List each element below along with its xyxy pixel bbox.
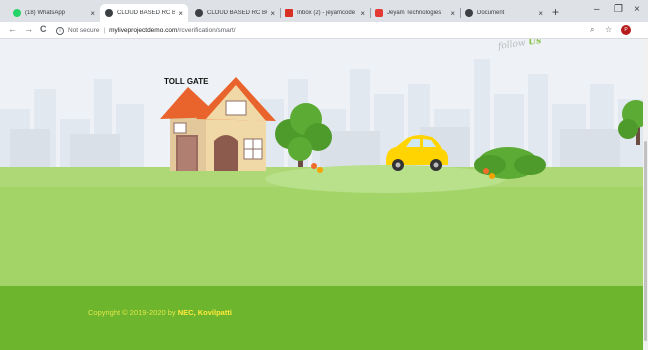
- jeyam-icon: [375, 9, 383, 17]
- tab-gmail-inbox[interactable]: Inbox (2) - jeyamcode ×: [280, 4, 370, 22]
- address-bar[interactable]: i Not secure | myliveprojectdemo.com /rc…: [56, 24, 576, 37]
- tab-label: Jeyam Technologies: [387, 10, 442, 16]
- url-separator: |: [103, 27, 106, 34]
- tab-label: (18) WhatsApp: [25, 10, 66, 16]
- globe-icon: [195, 9, 203, 17]
- tab-cloud-based-rc-active[interactable]: CLOUD BASED RC BO ×: [100, 4, 188, 22]
- close-icon[interactable]: ×: [450, 9, 455, 18]
- forward-button[interactable]: →: [24, 24, 33, 34]
- hill: [265, 165, 505, 193]
- url-path: /rcverification/smart/: [177, 27, 236, 34]
- tree-illustration: [275, 103, 332, 167]
- close-icon[interactable]: ×: [270, 9, 275, 18]
- tab-jeyam-technologies[interactable]: Jeyam Technologies ×: [370, 4, 460, 22]
- profile-avatar[interactable]: P: [621, 25, 631, 35]
- bookmark-star-icon[interactable]: ☆: [605, 25, 612, 34]
- tab-label: CLOUD BASED RC BO: [207, 10, 268, 16]
- whatsapp-icon: [13, 9, 21, 17]
- tab-label: CLOUD BASED RC BO: [117, 10, 176, 16]
- toll-gate-label: TOLL GATE: [164, 77, 209, 86]
- close-icon[interactable]: ×: [90, 9, 95, 18]
- toll-gate-house-illustration: [160, 77, 276, 171]
- close-icon[interactable]: ×: [360, 9, 365, 18]
- reload-button[interactable]: C: [40, 24, 47, 34]
- tab-cloud-based-rc[interactable]: CLOUD BASED RC BO ×: [190, 4, 280, 22]
- url-domain: myliveprojectdemo.com: [109, 27, 178, 34]
- maximize-button[interactable]: ❐: [614, 4, 623, 15]
- scene-illustration: [160, 77, 648, 193]
- tab-strip: (18) WhatsApp × CLOUD BASED RC BO × CLOU…: [0, 0, 648, 22]
- close-icon[interactable]: ×: [178, 9, 183, 18]
- info-icon[interactable]: i: [56, 26, 64, 35]
- new-tab-button[interactable]: +: [552, 5, 559, 19]
- tab-label: Document: [477, 10, 505, 16]
- page-viewport: follow Us TOLL GATE Copyright © 2019-202…: [0, 39, 648, 350]
- gmail-icon: [285, 9, 293, 17]
- security-label: Not secure: [68, 27, 100, 34]
- zoom-icon[interactable]: ⌕: [590, 25, 594, 35]
- globe-icon: [465, 9, 473, 17]
- minimize-button[interactable]: –: [594, 4, 600, 15]
- close-window-button[interactable]: ×: [634, 4, 640, 15]
- address-bar-row: ← → C i Not secure | myliveprojectdemo.c…: [0, 22, 648, 39]
- globe-icon: [105, 9, 113, 17]
- tab-whatsapp[interactable]: (18) WhatsApp ×: [8, 4, 100, 22]
- copyright-text: Copyright © 2019-2020 by NEC, Kovilpatti: [88, 308, 232, 317]
- brand-link[interactable]: NEC, Kovilpatti: [178, 308, 232, 317]
- scrollbar-thumb[interactable]: [644, 141, 647, 341]
- page-footer: [0, 286, 648, 350]
- close-icon[interactable]: ×: [538, 9, 543, 18]
- tab-document[interactable]: Document ×: [460, 4, 548, 22]
- back-button[interactable]: ←: [8, 24, 17, 34]
- copyright-prefix: Copyright © 2019-2020 by: [88, 308, 178, 317]
- tab-label: Inbox (2) - jeyamcode: [297, 10, 356, 16]
- bush-illustration: [474, 147, 546, 179]
